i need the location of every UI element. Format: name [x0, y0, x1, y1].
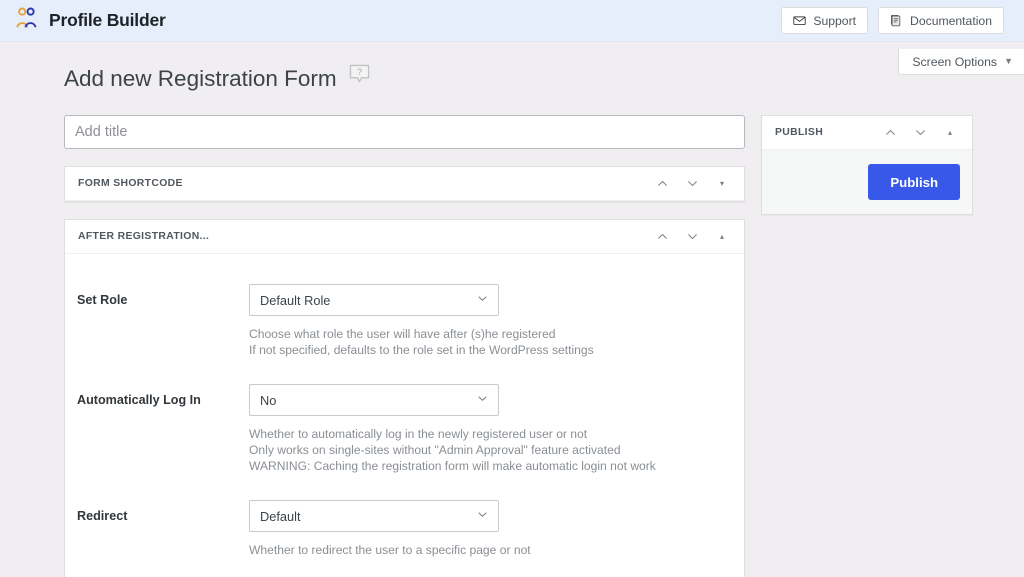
app-header: Profile Builder Support Documentation — [0, 0, 1024, 42]
field-redirect-control: Default Whether to redirect the user to … — [249, 500, 724, 559]
panel-publish-toggle[interactable]: ▴ — [937, 120, 963, 146]
page-title: Add new Registration Form — [64, 66, 337, 91]
description-line: Choose what role the user will have afte… — [249, 327, 556, 342]
panel-after-registration-toggle[interactable]: ▴ — [709, 224, 735, 250]
panel-publish-title: PUBLISH — [775, 127, 824, 139]
chevron-down-icon — [476, 508, 489, 524]
field-redirect-label: Redirect — [77, 509, 128, 524]
editor-layout: FORM SHORTCODE ▾ AFTER REGISTRATION... — [0, 93, 1024, 577]
panel-form-shortcode-toggle[interactable]: ▾ — [709, 171, 735, 197]
set-role-select[interactable]: Default Role — [249, 284, 499, 317]
field-set-role: Set Role Default Role Choose what role t… — [65, 284, 744, 358]
page-header: Screen Options ▼ Add new Registration Fo… — [0, 42, 1024, 93]
page-title-row: Add new Registration Form ? — [0, 56, 1024, 93]
description-line: Whether to redirect the user to a specif… — [249, 543, 531, 558]
chevron-down-icon[interactable] — [907, 120, 933, 146]
automatically-log-in-select-value: No — [260, 392, 277, 408]
triangle-down-icon: ▾ — [719, 178, 724, 188]
sidebar-column: PUBLISH ▴ Publish — [761, 115, 973, 216]
chevron-down-icon[interactable] — [679, 171, 705, 197]
field-set-role-label: Set Role — [77, 293, 128, 308]
documentation-button[interactable]: Documentation — [878, 7, 1004, 34]
support-button[interactable]: Support — [781, 7, 869, 34]
panel-publish-controls: ▴ — [877, 120, 963, 146]
chevron-up-icon[interactable] — [877, 120, 903, 146]
screen-options-button[interactable]: Screen Options ▼ — [898, 49, 1024, 75]
header-actions: Support Documentation — [781, 7, 1004, 34]
profile-builder-logo-icon — [14, 5, 40, 36]
panel-after-registration-body: Set Role Default Role Choose what role t… — [65, 254, 744, 577]
field-set-role-control: Default Role Choose what role the user w… — [249, 284, 724, 358]
chevron-down-icon: ▼ — [1004, 56, 1013, 66]
chevron-down-icon — [476, 292, 489, 308]
panel-form-shortcode-title: FORM SHORTCODE — [78, 178, 183, 190]
chevron-up-icon[interactable] — [649, 224, 675, 250]
brand-title: Profile Builder — [49, 10, 166, 30]
panel-form-shortcode-controls: ▾ — [649, 171, 735, 197]
screen-options-label: Screen Options — [912, 54, 998, 69]
description-line: If not specified, defaults to the role s… — [249, 342, 594, 357]
panel-publish-header[interactable]: PUBLISH ▴ — [762, 116, 972, 151]
field-automatically-log-in-control: No Whether to automatically log in the n… — [249, 384, 724, 474]
field-automatically-log-in-description: Whether to automatically log in the newl… — [249, 427, 724, 474]
svg-text:?: ? — [357, 67, 362, 77]
support-button-label: Support — [813, 13, 857, 28]
documentation-button-label: Documentation — [910, 13, 992, 28]
chevron-down-icon — [476, 392, 489, 408]
redirect-select[interactable]: Default — [249, 500, 499, 533]
field-redirect: Redirect Default Whether to redirect the… — [65, 500, 744, 559]
panel-after-registration-header[interactable]: AFTER REGISTRATION... ▴ — [65, 220, 744, 255]
publish-button[interactable]: Publish — [868, 164, 960, 201]
panel-after-registration-title: AFTER REGISTRATION... — [78, 231, 210, 243]
field-automatically-log-in: Automatically Log In No Whether to autom… — [65, 384, 744, 474]
envelope-icon — [793, 14, 807, 27]
triangle-up-icon: ▴ — [947, 127, 952, 137]
description-line: Only works on single-sites without "Admi… — [249, 443, 621, 458]
panel-after-registration-controls: ▴ — [649, 224, 735, 250]
description-line: WARNING: Caching the registration form w… — [249, 458, 656, 473]
field-set-role-description: Choose what role the user will have afte… — [249, 327, 724, 358]
panel-publish: PUBLISH ▴ Publish — [761, 115, 973, 216]
automatically-log-in-select[interactable]: No — [249, 384, 499, 417]
panel-form-shortcode: FORM SHORTCODE ▾ — [64, 166, 745, 203]
form-title-input[interactable] — [64, 115, 745, 150]
triangle-up-icon: ▴ — [719, 231, 724, 241]
documents-icon — [890, 14, 903, 27]
chevron-down-icon[interactable] — [679, 224, 705, 250]
chevron-up-icon[interactable] — [649, 171, 675, 197]
panel-form-shortcode-header[interactable]: FORM SHORTCODE ▾ — [65, 167, 744, 202]
main-column: FORM SHORTCODE ▾ AFTER REGISTRATION... — [64, 115, 745, 577]
field-automatically-log-in-label: Automatically Log In — [77, 393, 201, 408]
question-bubble-icon[interactable]: ? — [349, 64, 370, 90]
description-line: Whether to automatically log in the newl… — [249, 427, 588, 442]
redirect-select-value: Default — [260, 508, 301, 524]
field-redirect-description: Whether to redirect the user to a specif… — [249, 543, 724, 559]
brand: Profile Builder — [14, 5, 166, 36]
panel-after-registration: AFTER REGISTRATION... ▴ Set Role Default… — [64, 219, 745, 577]
set-role-select-value: Default Role — [260, 292, 331, 308]
panel-publish-body: Publish — [762, 150, 972, 215]
